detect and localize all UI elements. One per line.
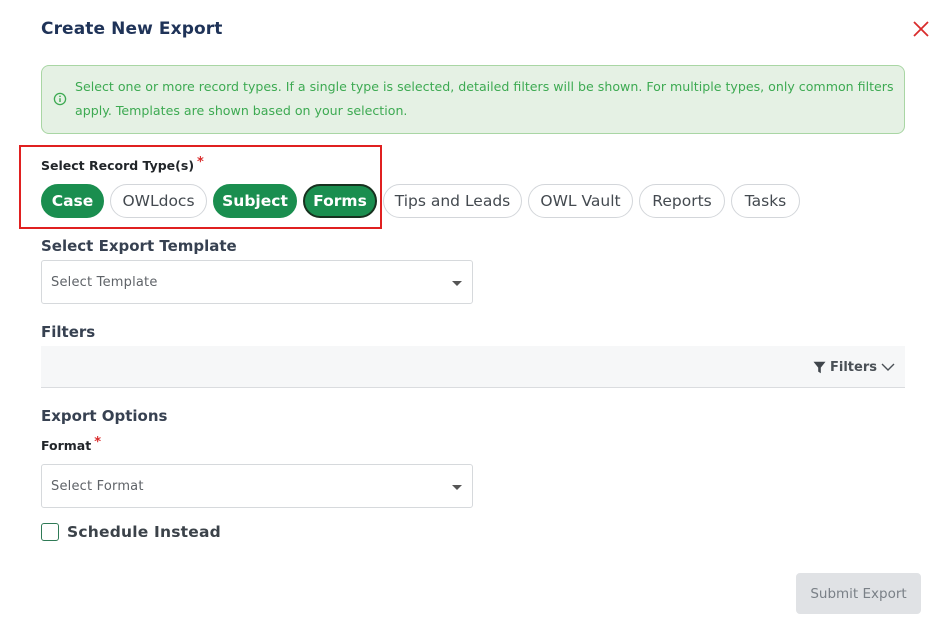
close-icon <box>913 21 929 37</box>
format-select[interactable]: Select Format <box>41 464 473 508</box>
chip-tasks[interactable]: Tasks <box>731 184 800 218</box>
template-select[interactable]: Select Template <box>41 260 473 304</box>
schedule-instead-checkbox[interactable] <box>41 523 59 541</box>
info-alert: Select one or more record types. If a si… <box>41 65 905 134</box>
filters-toggle-label: Filters <box>830 359 877 375</box>
format-label-text: Format <box>41 438 92 453</box>
chip-subject[interactable]: Subject <box>213 184 297 218</box>
info-circle-icon <box>53 92 67 106</box>
template-select-placeholder: Select Template <box>51 275 158 290</box>
caret-down-icon <box>452 485 462 490</box>
export-options-heading: Export Options <box>41 407 168 425</box>
chip-tips-and-leads[interactable]: Tips and Leads <box>383 184 522 218</box>
required-marker: * <box>197 155 204 170</box>
filters-bar: Filters <box>41 346 905 388</box>
filter-icon <box>813 361 826 373</box>
schedule-instead-label[interactable]: Schedule Instead <box>67 523 221 541</box>
chip-owl-vault[interactable]: OWL Vault <box>528 184 633 218</box>
filters-heading: Filters <box>41 323 96 341</box>
chip-forms[interactable]: Forms <box>303 184 377 218</box>
chevron-down-icon <box>881 363 895 371</box>
required-marker: * <box>94 435 102 450</box>
record-type-label: Select Record Type(s) * <box>41 155 204 174</box>
filters-toggle-button[interactable]: Filters <box>813 358 895 376</box>
record-type-label-text: Select Record Type(s) <box>41 158 195 173</box>
submit-export-button[interactable]: Submit Export <box>796 573 921 614</box>
format-select-placeholder: Select Format <box>51 479 144 494</box>
caret-down-icon <box>452 281 462 286</box>
info-text: Select one or more record types. If a si… <box>75 79 894 118</box>
format-label: Format * <box>41 435 102 454</box>
chip-case[interactable]: Case <box>41 184 104 218</box>
close-button[interactable] <box>911 19 931 39</box>
chip-reports[interactable]: Reports <box>639 184 725 218</box>
chip-owldocs[interactable]: OWLdocs <box>110 184 207 218</box>
export-template-heading: Select Export Template <box>41 237 237 255</box>
modal-title: Create New Export <box>41 19 223 39</box>
